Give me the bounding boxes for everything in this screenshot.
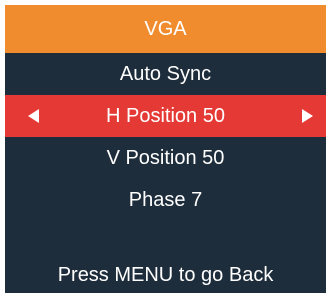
- osd-menu-panel: VGA Auto Sync H Position 50 V Position 5…: [3, 3, 328, 295]
- menu-item-label: Auto Sync: [119, 62, 212, 85]
- osd-title-bar: VGA: [5, 5, 326, 53]
- menu-item-v-position[interactable]: V Position 50: [5, 137, 326, 179]
- menu-spacer: [5, 221, 326, 255]
- menu-item-h-position[interactable]: H Position 50: [5, 95, 326, 137]
- increase-arrow-icon[interactable]: [302, 109, 313, 123]
- menu-item-label: Phase 7: [128, 188, 203, 211]
- menu-item-auto-sync[interactable]: Auto Sync: [5, 53, 326, 95]
- osd-title: VGA: [144, 17, 187, 40]
- menu-item-label: V Position 50: [106, 146, 225, 169]
- decrease-arrow-icon[interactable]: [28, 109, 39, 123]
- menu-item-label: H Position 50: [106, 104, 225, 127]
- menu-item-phase[interactable]: Phase 7: [5, 179, 326, 221]
- footer-hint: Press MENU to go Back: [57, 264, 274, 286]
